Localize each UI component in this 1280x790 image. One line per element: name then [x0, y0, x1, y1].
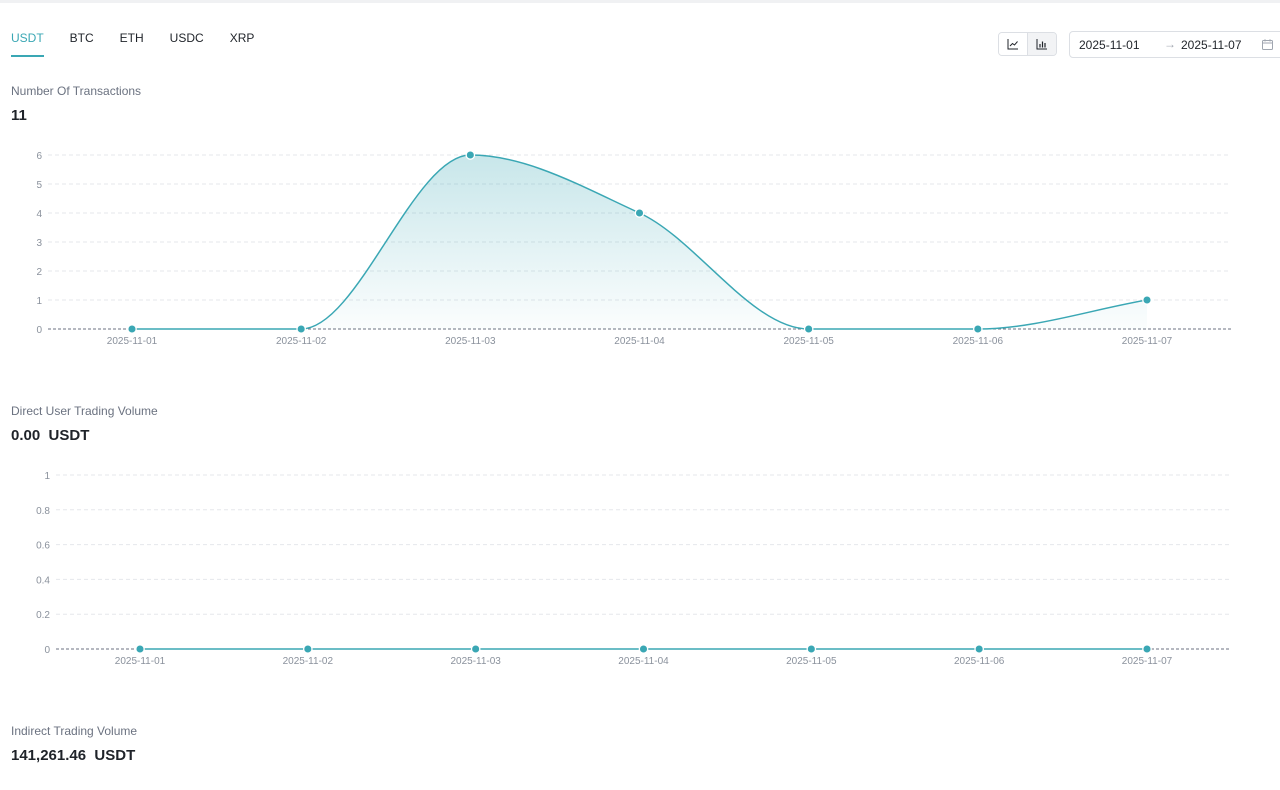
x-tick-label: 2025-11-01: [115, 656, 166, 667]
tab-xrp[interactable]: XRP: [230, 30, 255, 57]
transactions-chart: 0 1 2 3 4 5 6 2025-11-01 2025-11-02 2025-11-03 202…: [36, 150, 1231, 347]
y-tick-label: 1: [36, 296, 42, 307]
tab-eth[interactable]: ETH: [120, 30, 144, 57]
x-tick-label: 2025-11-04: [618, 656, 669, 667]
data-point: [127, 324, 137, 334]
currency-tabs: USDT BTC ETH USDC XRP: [11, 30, 280, 57]
date-end-input[interactable]: 2025-11-07: [1181, 38, 1242, 52]
x-tick-label: 2025-11-07: [1122, 336, 1173, 347]
x-tick-label: 2025-11-06: [953, 336, 1004, 347]
data-point: [974, 644, 985, 654]
tab-usdt[interactable]: USDT: [11, 30, 44, 57]
data-point: [634, 208, 645, 218]
y-tick-label: 0.6: [36, 541, 50, 552]
top-divider: [0, 0, 1280, 3]
y-tick-label: 0.4: [36, 575, 50, 586]
direct-volume-title: Direct User Trading Volume: [11, 404, 158, 418]
bar-view-button[interactable]: [1027, 33, 1056, 55]
y-tick-label: 0: [44, 645, 50, 656]
direct-volume-chart: 0 0.2 0.4 0.6 0.8 1 2025-11-01 2025-11-02 2025-1…: [36, 471, 1231, 667]
data-point: [302, 644, 313, 654]
indirect-volume-value: 141,261.46 USDT: [11, 747, 136, 764]
tab-usdc[interactable]: USDC: [170, 30, 204, 57]
line-view-button[interactable]: [999, 33, 1027, 55]
direct-volume-value: 0.00 USDT: [11, 427, 90, 444]
chart-view-toggle: [998, 32, 1057, 56]
x-tick-label: 2025-11-02: [276, 336, 327, 347]
data-point: [806, 644, 817, 654]
data-point: [470, 644, 481, 654]
indirect-volume-title: Indirect Trading Volume: [11, 724, 138, 738]
x-tick-label: 2025-11-05: [786, 656, 837, 667]
y-tick-label: 2: [36, 267, 42, 278]
data-point: [465, 150, 476, 160]
data-point: [1142, 295, 1152, 305]
data-point: [1142, 644, 1152, 654]
transactions-title: Number Of Transactions: [11, 84, 142, 98]
x-tick-label: 2025-11-02: [283, 656, 334, 667]
x-tick-label: 2025-11-04: [614, 336, 665, 347]
y-tick-label: 0: [36, 325, 42, 336]
data-point: [803, 324, 814, 334]
y-tick-label: 5: [36, 180, 42, 191]
bar-chart-icon: [1036, 39, 1047, 50]
date-range-picker: 2025-11-01 → 2025-11-07: [1069, 31, 1280, 58]
y-tick-label: 4: [36, 209, 42, 220]
y-tick-label: 3: [36, 238, 42, 249]
date-start-input[interactable]: 2025-11-01: [1079, 38, 1140, 52]
data-point: [135, 644, 145, 654]
date-range-arrow: →: [1164, 37, 1176, 51]
y-tick-label: 0.8: [36, 506, 50, 517]
calendar-icon[interactable]: [1261, 38, 1274, 51]
line-chart-icon: [1007, 39, 1018, 50]
x-tick-label: 2025-11-06: [954, 656, 1005, 667]
x-tick-label: 2025-11-05: [783, 336, 834, 347]
data-point: [296, 324, 307, 334]
y-tick-label: 0.2: [36, 610, 50, 621]
x-tick-label: 2025-11-03: [445, 336, 496, 347]
y-tick-label: 6: [36, 151, 42, 162]
x-tick-label: 2025-11-01: [107, 336, 158, 347]
data-point: [972, 324, 983, 334]
y-tick-label: 1: [44, 471, 50, 482]
tab-btc[interactable]: BTC: [70, 30, 94, 57]
x-tick-label: 2025-11-07: [1122, 656, 1173, 667]
transactions-value: 11: [11, 107, 27, 124]
x-tick-label: 2025-11-03: [450, 656, 501, 667]
data-point: [638, 644, 649, 654]
